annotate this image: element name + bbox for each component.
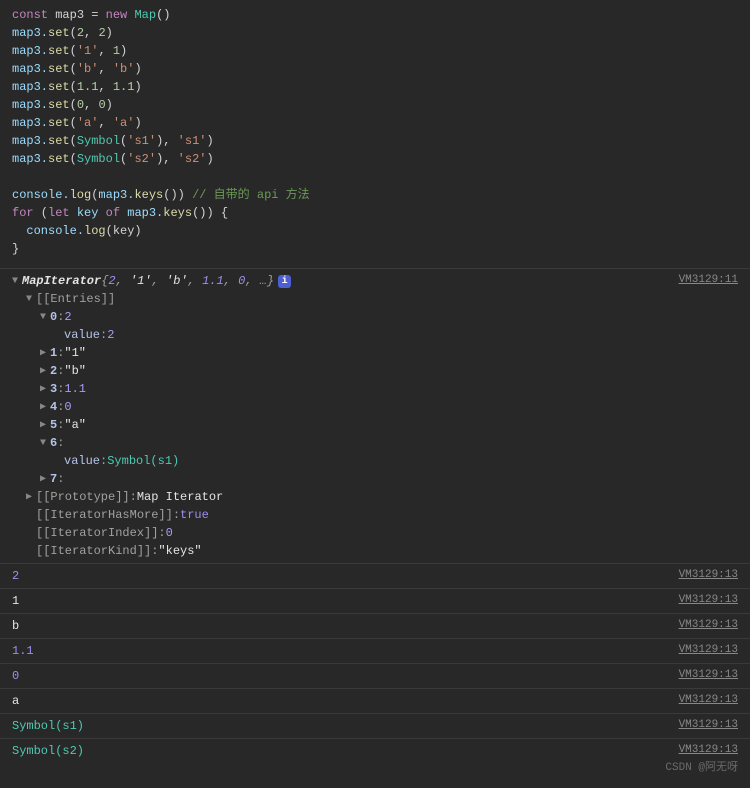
object-classname: MapIterator — [22, 272, 101, 290]
entry-node[interactable]: 4: 0 — [12, 398, 679, 416]
code-line: map3.set('1', 1) — [12, 42, 738, 60]
entries-node[interactable]: [[Entries]] — [12, 290, 679, 308]
info-icon[interactable]: i — [278, 275, 291, 288]
code-editor: const map3 = new Map() map3.set(2, 2) ma… — [0, 0, 750, 264]
log-row-object: MapIterator { 2, '1', 'b', 1.1, 0, … } i… — [0, 268, 750, 563]
source-link[interactable]: VM3129:13 — [679, 742, 738, 759]
log-row: b VM3129:13 — [0, 613, 750, 638]
entry-node[interactable]: 3: 1.1 — [12, 380, 679, 398]
code-line: console.log(map3.keys()) // 自带的 api 方法 — [12, 186, 738, 204]
log-row: 0 VM3129:13 — [0, 663, 750, 688]
log-row: Symbol(s2) VM3129:13 — [0, 738, 750, 763]
prototype-node[interactable]: [[Prototype]]: Map Iterator — [12, 488, 679, 506]
log-row: 1 VM3129:13 — [0, 588, 750, 613]
hasmore-node: [[IteratorHasMore]]: true — [12, 506, 679, 524]
log-row: Symbol(s1) VM3129:13 — [0, 713, 750, 738]
caret-right-icon[interactable] — [26, 490, 36, 505]
source-link[interactable]: VM3129:11 — [679, 272, 738, 289]
entry-node[interactable]: 0: 2 — [12, 308, 679, 326]
caret-right-icon[interactable] — [40, 400, 50, 415]
code-line: const map3 = new Map() — [12, 6, 738, 24]
code-line: map3.set(Symbol('s1'), 's1') — [12, 132, 738, 150]
code-line: } — [12, 240, 738, 258]
entry-value-node: value: Symbol(s1) — [12, 452, 679, 470]
kind-node: [[IteratorKind]]: "keys" — [12, 542, 679, 560]
log-row: 2 VM3129:13 — [0, 563, 750, 588]
log-value: Symbol(s1) — [12, 719, 84, 733]
log-value: 1 — [12, 594, 19, 608]
console-output: MapIterator { 2, '1', 'b', 1.1, 0, … } i… — [0, 268, 750, 763]
code-line: map3.set(0, 0) — [12, 96, 738, 114]
code-line: map3.set(2, 2) — [12, 24, 738, 42]
caret-right-icon[interactable] — [40, 346, 50, 361]
source-link[interactable]: VM3129:13 — [679, 567, 738, 584]
code-line: map3.set(1.1, 1.1) — [12, 78, 738, 96]
code-line: console.log(key) — [12, 222, 738, 240]
log-row: a VM3129:13 — [0, 688, 750, 713]
caret-right-icon[interactable] — [40, 472, 50, 487]
log-value: 1.1 — [12, 644, 34, 658]
entry-node[interactable]: 2: "b" — [12, 362, 679, 380]
entry-node[interactable]: 1: "1" — [12, 344, 679, 362]
source-link[interactable]: VM3129:13 — [679, 717, 738, 734]
code-line: map3.set(Symbol('s2'), 's2') — [12, 150, 738, 168]
entry-node[interactable]: 6: — [12, 434, 679, 452]
source-link[interactable]: VM3129:13 — [679, 642, 738, 659]
caret-down-icon[interactable] — [40, 436, 50, 451]
log-value: 2 — [12, 569, 19, 583]
entry-node[interactable]: 7: — [12, 470, 679, 488]
log-value: b — [12, 619, 19, 633]
object-preview: 2, '1', 'b', 1.1, 0, … — [108, 272, 266, 290]
caret-right-icon[interactable] — [40, 382, 50, 397]
caret-down-icon[interactable] — [40, 310, 50, 325]
caret-right-icon[interactable] — [40, 364, 50, 379]
source-link[interactable]: VM3129:13 — [679, 692, 738, 709]
code-line: for (let key of map3.keys()) { — [12, 204, 738, 222]
source-link[interactable]: VM3129:13 — [679, 667, 738, 684]
source-link[interactable]: VM3129:13 — [679, 617, 738, 634]
log-value: 0 — [12, 669, 19, 683]
caret-down-icon[interactable] — [26, 292, 36, 307]
code-line — [12, 168, 738, 186]
log-value: a — [12, 694, 19, 708]
entry-value-node: value: 2 — [12, 326, 679, 344]
code-line: map3.set('b', 'b') — [12, 60, 738, 78]
source-link[interactable]: VM3129:13 — [679, 592, 738, 609]
object-tree: MapIterator { 2, '1', 'b', 1.1, 0, … } i… — [12, 272, 679, 560]
entry-node[interactable]: 5: "a" — [12, 416, 679, 434]
index-node: [[IteratorIndex]]: 0 — [12, 524, 679, 542]
log-value: Symbol(s2) — [12, 744, 84, 758]
tree-root[interactable]: MapIterator { 2, '1', 'b', 1.1, 0, … } i — [12, 272, 679, 290]
caret-right-icon[interactable] — [40, 418, 50, 433]
log-row: 1.1 VM3129:13 — [0, 638, 750, 663]
code-line: map3.set('a', 'a') — [12, 114, 738, 132]
caret-down-icon[interactable] — [12, 274, 22, 289]
